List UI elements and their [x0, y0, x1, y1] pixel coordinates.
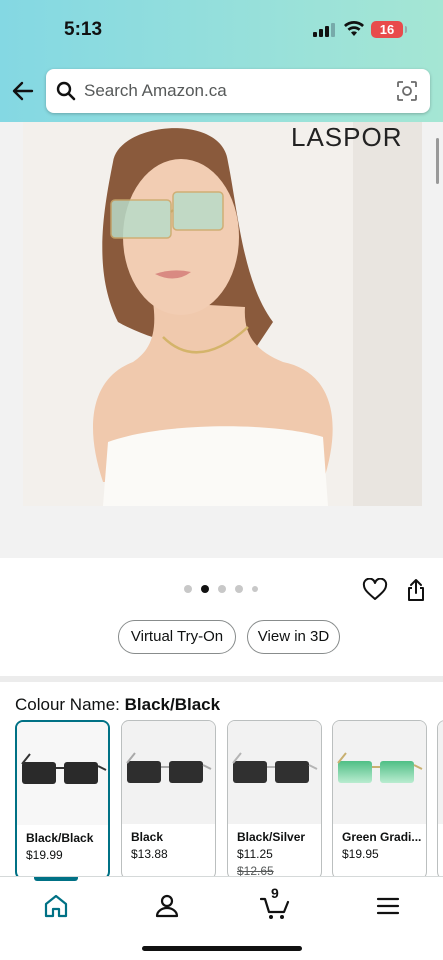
cellular-signal-icon [313, 23, 335, 37]
swatch-name: Black [131, 830, 164, 844]
colour-swatch-list: Black/Black $19.99 Black $13.88 Black/Si… [15, 720, 443, 876]
back-arrow-icon[interactable] [10, 78, 36, 104]
status-bar: 5:13 16 [0, 0, 443, 60]
swatch-card-black-black[interactable]: Black/Black $19.99 [15, 720, 110, 876]
colour-name-label: Colour Name: Black/Black [15, 695, 220, 715]
sunglasses-icon [337, 752, 423, 783]
header: 5:13 16 [0, 0, 443, 122]
search-input[interactable] [84, 79, 384, 103]
colour-selected-value: Black/Black [124, 695, 221, 714]
carousel-dot[interactable] [184, 585, 192, 593]
home-indicator [142, 946, 302, 951]
product-image-area[interactable]: LASPOR [0, 122, 443, 558]
swatch-card-black-silver[interactable]: Black/Silver $11.25 $12.65 [227, 720, 322, 876]
model-illustration [23, 122, 422, 506]
share-icon[interactable] [406, 578, 426, 602]
scroll-indicator [436, 138, 439, 184]
carousel-dot[interactable] [218, 585, 226, 593]
section-divider [0, 676, 443, 682]
swatch-name: Green Gradi... [342, 830, 422, 844]
account-icon[interactable] [152, 891, 182, 921]
carousel-dot[interactable] [235, 585, 243, 593]
status-time: 5:13 [64, 19, 103, 40]
wifi-icon [344, 21, 364, 36]
swatch-card-partial[interactable] [437, 720, 443, 876]
product-photo[interactable]: LASPOR [23, 122, 422, 506]
home-icon[interactable] [41, 891, 71, 921]
cart-tab[interactable]: 9 [259, 885, 290, 921]
menu-icon[interactable] [373, 891, 403, 921]
carousel-dots[interactable] [184, 585, 258, 593]
sunglasses-icon [232, 752, 318, 783]
swatch-name: Black/Black [26, 831, 94, 845]
swatch-image [438, 721, 443, 824]
swatch-price: $11.25 [237, 847, 273, 861]
swatch-old-price: $12.65 [237, 864, 274, 876]
cart-count-badge: 9 [271, 885, 279, 901]
search-bar[interactable] [46, 69, 430, 113]
swatch-price: $13.88 [131, 847, 168, 861]
heart-icon[interactable] [362, 578, 388, 602]
swatch-name: Black/Silver [237, 830, 306, 844]
swatch-price: $19.99 [26, 848, 63, 862]
sunglasses-icon [21, 753, 107, 784]
carousel-dot-active[interactable] [201, 585, 209, 593]
view-in-3d-button[interactable]: View in 3D [247, 620, 340, 654]
camera-scan-icon[interactable] [396, 80, 418, 102]
sunglasses-icon [126, 752, 212, 783]
active-tab-indicator [34, 877, 78, 881]
swatch-price: $19.95 [342, 847, 379, 861]
carousel-dot[interactable] [252, 586, 258, 592]
battery-icon: 16 [371, 21, 407, 38]
brand-logo: LASPOR [291, 122, 403, 152]
swatch-card-green-gradient[interactable]: Green Gradi... $19.95 [332, 720, 427, 876]
swatch-card-black[interactable]: Black $13.88 [121, 720, 216, 876]
colour-label-text: Colour Name: [15, 695, 120, 714]
search-icon [56, 81, 76, 101]
virtual-try-on-button[interactable]: Virtual Try-On [118, 620, 236, 654]
